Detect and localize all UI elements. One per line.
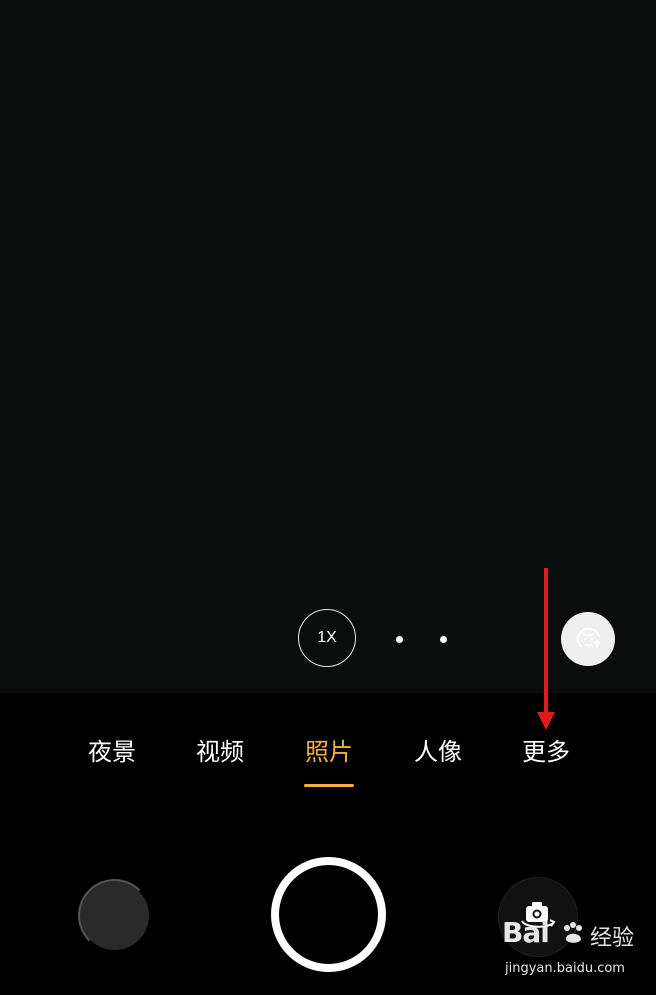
camera-viewfinder[interactable] (0, 0, 656, 693)
mode-portrait[interactable]: 人像 (412, 728, 464, 778)
gallery-thumbnail-button[interactable] (78, 879, 151, 952)
zoom-option-dot[interactable] (440, 636, 447, 643)
beauty-face-button[interactable] (561, 612, 615, 666)
shutter-button[interactable] (271, 857, 386, 972)
camera-mode-bar: 夜景 视频 照片 人像 更多 (0, 728, 656, 778)
zoom-option-dot[interactable] (396, 636, 403, 643)
watermark-url: jingyan.baidu.com (505, 961, 625, 976)
zoom-level-button[interactable]: 1X (298, 609, 356, 667)
switch-camera-button[interactable] (498, 877, 578, 957)
annotation-arrow-head-icon (537, 712, 555, 730)
mode-photo[interactable]: 照片 (303, 728, 355, 778)
camera-screen: 1X 夜景 视频 照片 人像 更多 Bai 经验 jingyan.baidu.c… (0, 0, 656, 995)
mode-night[interactable]: 夜景 (86, 728, 138, 778)
annotation-arrow-icon (544, 568, 548, 716)
jingyan-label: 经验 (590, 926, 635, 951)
beauty-face-icon (574, 624, 602, 655)
active-mode-indicator (304, 784, 354, 787)
mode-more[interactable]: 更多 (520, 728, 572, 778)
switch-camera-icon (516, 898, 560, 937)
mode-video[interactable]: 视频 (194, 728, 246, 778)
